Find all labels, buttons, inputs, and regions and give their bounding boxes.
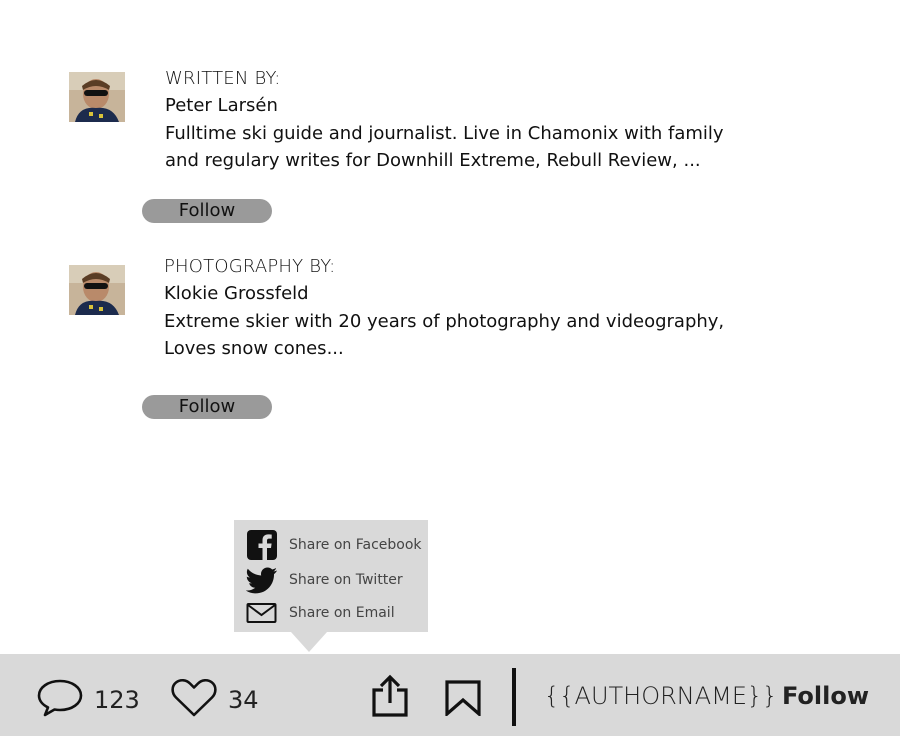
share-twitter-item[interactable]: Share on Twitter: [246, 564, 403, 596]
facebook-icon: [246, 529, 278, 561]
bottom-action-bar: 123 34 {{AUTHORNAME}} Follow: [0, 654, 900, 736]
photographer-bio-line: Extreme skier with 20 years of photograp…: [164, 311, 725, 332]
share-twitter-label: Share on Twitter: [289, 572, 403, 588]
share-menu: Share on Facebook Share on Twitter Share…: [234, 520, 428, 632]
follow-author-button[interactable]: Follow: [782, 682, 869, 710]
photographer-avatar: [69, 265, 125, 315]
author-avatar: [69, 72, 125, 122]
photographer-bio-line: Loves snow cones...: [164, 338, 344, 359]
like-button[interactable]: 34: [170, 678, 259, 722]
bookmark-button[interactable]: [445, 680, 481, 720]
photographer-name[interactable]: Klokie Grossfeld: [164, 283, 309, 304]
share-icon: [370, 674, 410, 722]
author-bio-line: and regulary writes for Downhill Extreme…: [165, 150, 701, 171]
share-email-item[interactable]: Share on Email: [246, 597, 395, 629]
follow-button[interactable]: Follow: [142, 395, 272, 419]
share-menu-caret: [291, 632, 327, 652]
author-bio-line: Fulltime ski guide and journalist. Live …: [165, 123, 724, 144]
share-facebook-label: Share on Facebook: [289, 537, 422, 553]
share-button[interactable]: [370, 674, 410, 722]
email-icon: [246, 597, 278, 629]
comment-icon: [36, 678, 84, 722]
comments-button[interactable]: 123: [36, 678, 140, 722]
heart-icon: [170, 678, 218, 722]
author-name-placeholder: {{AUTHORNAME}}: [544, 682, 778, 710]
photographer-role: PHOTOGRAPHY BY:: [164, 256, 336, 277]
author-bio: Fulltime ski guide and journalist. Live …: [165, 120, 765, 174]
author-name[interactable]: Peter Larsén: [165, 95, 278, 116]
likes-count: 34: [228, 686, 259, 714]
photographer-bio: Extreme skier with 20 years of photograp…: [164, 308, 764, 362]
bar-divider: [512, 668, 516, 726]
share-facebook-item[interactable]: Share on Facebook: [246, 529, 422, 561]
share-email-label: Share on Email: [289, 605, 395, 621]
follow-button[interactable]: Follow: [142, 199, 272, 223]
bookmark-icon: [445, 680, 481, 720]
author-role: WRITTEN BY:: [165, 68, 281, 89]
twitter-icon: [246, 564, 278, 596]
comments-count: 123: [94, 686, 140, 714]
